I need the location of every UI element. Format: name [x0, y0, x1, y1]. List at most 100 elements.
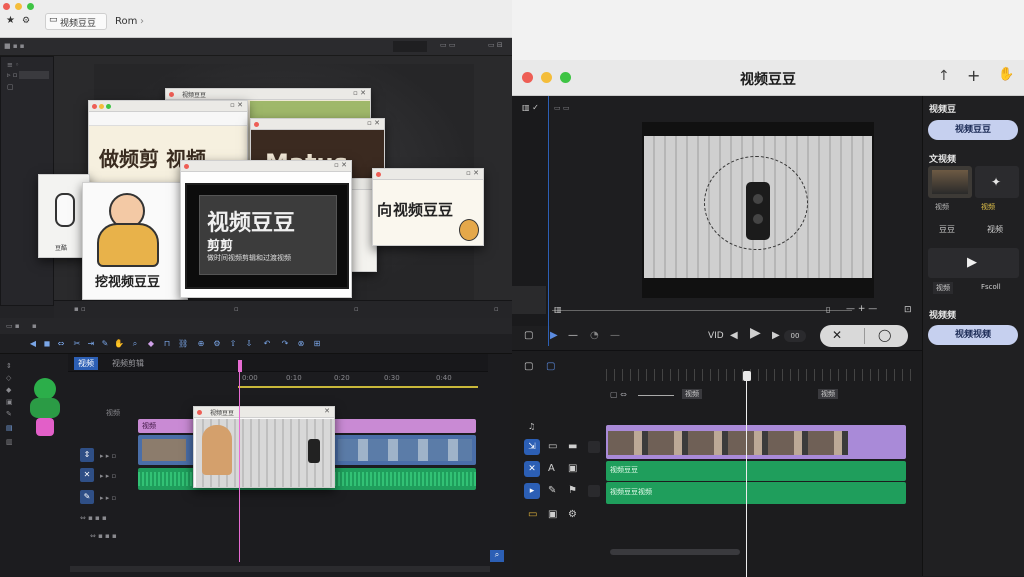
crop-tool-icon[interactable]: ▢: [546, 361, 555, 373]
track-toggle-audio[interactable]: ▸: [524, 483, 540, 499]
playhead-handle[interactable]: [743, 371, 751, 381]
speed-badge[interactable]: 00: [784, 330, 806, 342]
viewer-control[interactable]: ▫: [354, 305, 359, 313]
hand-icon[interactable]: ✋: [998, 67, 1014, 82]
hand-icon[interactable]: ✋: [114, 339, 124, 349]
layout-icon[interactable]: ▭ ⊟: [488, 41, 503, 49]
time-ruler[interactable]: [606, 369, 912, 381]
screen-icon[interactable]: ▭: [548, 441, 557, 453]
scrubber-handle[interactable]: ▥: [554, 304, 562, 316]
view-icon[interactable]: ▭ ▭: [440, 41, 455, 49]
prev-frame-icon[interactable]: ◀: [730, 330, 738, 342]
trim-icon[interactable]: ✕: [832, 328, 842, 342]
tool[interactable]: ◇: [6, 374, 11, 382]
extract-icon[interactable]: ⇩: [244, 339, 254, 349]
panel-item[interactable]: ▹ ▫: [7, 71, 17, 79]
text-icon[interactable]: A: [548, 463, 555, 475]
zoom-icon[interactable]: ⌕: [130, 339, 140, 349]
loop-icon[interactable]: ◯: [878, 328, 891, 342]
ripple-icon[interactable]: ⇔: [56, 339, 66, 349]
nest-icon[interactable]: ⊞: [312, 339, 322, 349]
pen-icon[interactable]: ✎: [548, 485, 556, 497]
razor-icon[interactable]: ✂: [72, 339, 82, 349]
image-icon[interactable]: ▣: [548, 509, 557, 521]
playhead-handle[interactable]: [238, 360, 242, 372]
track-lock[interactable]: ▸ ▸ ▫: [100, 472, 116, 480]
settings-icon[interactable]: ⚙: [568, 509, 577, 521]
zoom-dot[interactable]: [27, 3, 34, 10]
audio-icon[interactable]: ♫: [528, 421, 535, 433]
timeline-tool[interactable]: ▪: [32, 322, 37, 330]
stop-icon[interactable]: ▢: [524, 330, 533, 342]
ruler-control[interactable]: ▢ ⇔: [610, 389, 627, 401]
play-card[interactable]: ▶: [928, 248, 1019, 278]
tool[interactable]: ◆: [6, 386, 11, 394]
settings-icon[interactable]: ⚙: [22, 14, 30, 28]
playhead-line[interactable]: [239, 372, 240, 562]
tab-sequence-active[interactable]: 视频: [74, 357, 98, 370]
scrubber[interactable]: ▥ ▯ — + — ⊡: [552, 303, 924, 316]
timeline-tool[interactable]: ▭ ▪: [6, 322, 20, 330]
meter-icon[interactable]: ◔: [590, 330, 599, 342]
tool[interactable]: ▤: [6, 424, 13, 432]
next-frame-icon[interactable]: ▶: [772, 330, 780, 342]
panel-item[interactable]: ≡ ◦: [7, 61, 19, 69]
select-icon[interactable]: ◀: [28, 339, 38, 349]
track-select-icon[interactable]: ◼: [42, 339, 52, 349]
redo-icon[interactable]: ↷: [280, 339, 290, 349]
secondary-button[interactable]: 视频视频: [928, 325, 1018, 345]
track-control[interactable]: ⇔ ▪ ▪ ▪: [90, 532, 117, 540]
h-scrollbar[interactable]: [610, 549, 740, 555]
fullscreen-icon[interactable]: ⊡: [904, 304, 912, 316]
chevron-right-icon[interactable]: ›: [140, 15, 144, 29]
green-track-2[interactable]: 视频豆豆视频: [606, 482, 906, 504]
play-button[interactable]: ▶: [750, 326, 761, 340]
viewer-control[interactable]: ▫: [234, 305, 239, 313]
marker-icon[interactable]: ◆: [146, 339, 156, 349]
track-toggle-effect[interactable]: ✕: [524, 461, 540, 477]
effect-card[interactable]: ✦: [975, 166, 1019, 198]
clip-preview-popup[interactable]: 视频豆豆 ✕: [193, 406, 335, 488]
minus-icon[interactable]: —: [568, 330, 578, 342]
tool[interactable]: ▣: [6, 398, 13, 406]
folder-icon[interactable]: ▭: [528, 509, 537, 521]
green-track-1[interactable]: 视频豆豆: [606, 461, 906, 481]
marker-tag[interactable]: 视频: [818, 389, 838, 399]
star-icon[interactable]: ★: [6, 14, 15, 28]
pen-icon[interactable]: ✎: [100, 339, 110, 349]
main-preview-window[interactable]: ▫ ✕ 视频豆豆 剪剪 做时间视频剪辑和过渡视频: [180, 160, 352, 298]
minus-icon[interactable]: —: [610, 330, 620, 342]
play-small-icon[interactable]: ▶: [550, 330, 558, 342]
tool[interactable]: ✎: [6, 410, 12, 418]
toolbar-icon[interactable]: ▥ ✓: [522, 102, 539, 114]
marker-tag[interactable]: 视频: [682, 389, 702, 399]
track-toggle-video[interactable]: ⇲: [524, 439, 540, 455]
track-toggle-a1[interactable]: ✎: [80, 490, 94, 504]
close-dot[interactable]: [3, 3, 10, 10]
viewer-control[interactable]: ▫: [494, 305, 499, 313]
segmented-control[interactable]: ✕ ◯: [820, 325, 908, 347]
volume-slider[interactable]: — + —: [846, 303, 877, 315]
minimize-dot[interactable]: [15, 3, 22, 10]
settings-icon[interactable]: ⚙: [212, 339, 222, 349]
link-icon[interactable]: ⛓: [178, 339, 188, 349]
track-toggle-v1[interactable]: ⇕: [80, 448, 94, 462]
viewer-control[interactable]: ▪ ▫: [74, 305, 86, 313]
scrubber-mark[interactable]: ▯: [826, 304, 830, 316]
fx-icon[interactable]: ⊗: [296, 339, 306, 349]
primary-button[interactable]: 视频豆豆: [928, 120, 1018, 140]
track-lock[interactable]: ▸ ▸ ▫: [100, 452, 116, 460]
lock-icon[interactable]: ▣: [568, 463, 577, 475]
breadcrumb-next[interactable]: Rom: [115, 15, 137, 29]
tool[interactable]: ▥: [6, 438, 13, 446]
time-ruler[interactable]: 0:00 0:10 0:20 0:30 0:40: [238, 372, 478, 388]
h-scrollbar[interactable]: [70, 566, 490, 572]
monitor-icon[interactable]: ▬: [568, 441, 577, 453]
undo-icon[interactable]: ↶: [262, 339, 272, 349]
add-marker-icon[interactable]: ⊕: [196, 339, 206, 349]
select-tool-icon[interactable]: ▢: [524, 361, 533, 373]
toolbar-icon[interactable]: ▭ ▭: [554, 102, 569, 114]
share-icon[interactable]: ↑: [938, 68, 950, 84]
mascot-card[interactable]: 挖视频豆豆: [82, 182, 188, 300]
video-track[interactable]: [606, 425, 906, 459]
